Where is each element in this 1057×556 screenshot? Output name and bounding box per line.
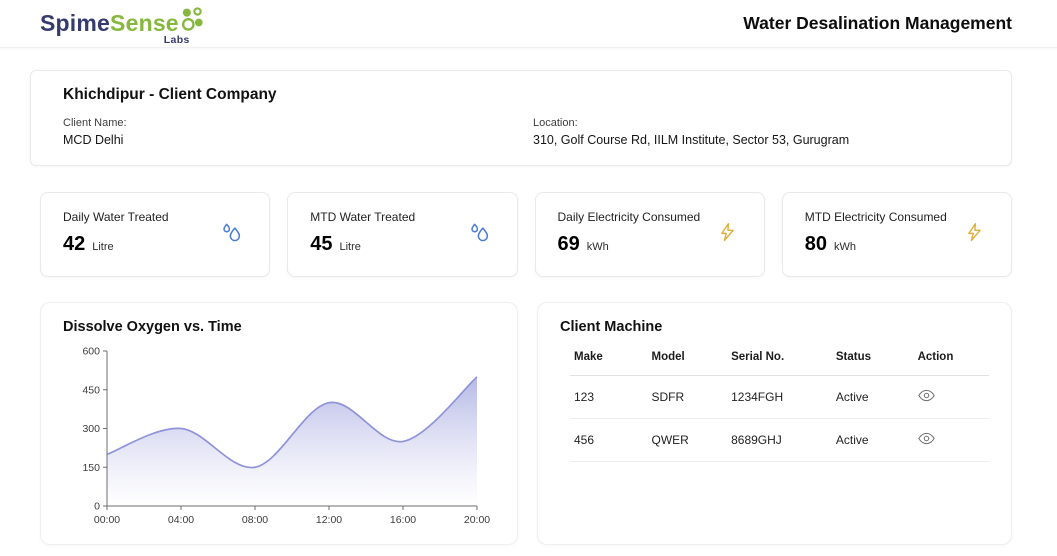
column-header-status: Status bbox=[832, 343, 914, 376]
svg-text:300: 300 bbox=[82, 423, 100, 435]
brand-sub-label: Labs bbox=[164, 34, 190, 46]
view-action-button[interactable] bbox=[918, 432, 935, 445]
stat-card-mtd-electricity: MTD Electricity Consumed 80 kWh bbox=[782, 192, 1012, 277]
stat-card-daily-water: Daily Water Treated 42 Litre bbox=[40, 192, 270, 277]
stat-label: MTD Electricity Consumed bbox=[805, 210, 989, 224]
svg-text:20:00: 20:00 bbox=[464, 514, 490, 526]
svg-text:12:00: 12:00 bbox=[316, 514, 342, 526]
lightning-bolt-icon bbox=[717, 221, 738, 249]
column-header-serial: Serial No. bbox=[727, 343, 832, 376]
table-row: 456 QWER 8689GHJ Active bbox=[570, 419, 989, 462]
client-heading: Khichdipur - Client Company bbox=[63, 86, 979, 104]
eye-icon bbox=[918, 433, 935, 448]
brand-name: SpimeSense bbox=[40, 10, 179, 36]
water-drop-icon bbox=[220, 221, 243, 249]
client-name-value: MCD Delhi bbox=[63, 133, 533, 147]
svg-text:08:00: 08:00 bbox=[242, 514, 268, 526]
client-info-card: Khichdipur - Client Company Client Name:… bbox=[30, 70, 1012, 166]
stat-card-daily-electricity: Daily Electricity Consumed 69 kWh bbox=[535, 192, 765, 277]
svg-text:450: 450 bbox=[82, 384, 100, 396]
stat-unit: Litre bbox=[340, 241, 361, 253]
stat-value: 69 bbox=[558, 233, 580, 255]
brand-name-primary: Spime bbox=[40, 10, 110, 36]
stat-unit: kWh bbox=[834, 241, 856, 253]
stat-value: 80 bbox=[805, 233, 827, 255]
model-cell: SDFR bbox=[648, 376, 728, 419]
svg-text:00:00: 00:00 bbox=[94, 514, 120, 526]
make-cell: 123 bbox=[570, 376, 648, 419]
machine-heading: Client Machine bbox=[560, 319, 989, 335]
client-name-field: Client Name: MCD Delhi bbox=[63, 117, 533, 147]
table-row: 123 SDFR 1234FGH Active bbox=[570, 376, 989, 419]
svg-text:04:00: 04:00 bbox=[168, 514, 194, 526]
svg-text:0: 0 bbox=[94, 501, 100, 513]
make-cell: 456 bbox=[570, 419, 648, 462]
svg-text:16:00: 16:00 bbox=[390, 514, 416, 526]
chart-card: Dissolve Oxygen vs. Time 0 150 300 450 600 00… bbox=[40, 302, 518, 545]
stat-unit: kWh bbox=[587, 241, 609, 253]
page-title: Water Desalination Management bbox=[743, 13, 1012, 34]
stat-value: 45 bbox=[310, 233, 332, 255]
status-cell: Active bbox=[832, 376, 914, 419]
brand-name-secondary: Sense bbox=[110, 10, 179, 36]
location-value: 310, Golf Course Rd, IILM Institute, Sec… bbox=[533, 133, 979, 147]
column-header-action: Action bbox=[914, 343, 989, 376]
client-name-label: Client Name: bbox=[63, 117, 533, 129]
column-header-make: Make bbox=[570, 343, 648, 376]
stat-cards-row: Daily Water Treated 42 Litre MTD Water T… bbox=[40, 192, 1012, 277]
chart-title: Dissolve Oxygen vs. Time bbox=[63, 319, 495, 335]
stat-label: Daily Electricity Consumed bbox=[558, 210, 742, 224]
model-cell: QWER bbox=[648, 419, 728, 462]
svg-text:150: 150 bbox=[82, 462, 100, 474]
stat-value: 42 bbox=[63, 233, 85, 255]
dissolve-oxygen-chart: 0 150 300 450 600 00:00 04:00 08:00 12:00 16:00 20… bbox=[63, 343, 495, 543]
bottom-section: Dissolve Oxygen vs. Time 0 150 300 450 600 00… bbox=[40, 302, 1012, 545]
column-header-model: Model bbox=[648, 343, 728, 376]
serial-cell: 1234FGH bbox=[727, 376, 832, 419]
serial-cell: 8689GHJ bbox=[727, 419, 832, 462]
brand-logo: SpimeSense Labs bbox=[40, 8, 206, 39]
machine-table: Make Model Serial No. Status Action 123 … bbox=[570, 343, 989, 462]
view-action-button[interactable] bbox=[918, 389, 935, 402]
stat-card-mtd-water: MTD Water Treated 45 Litre bbox=[287, 192, 517, 277]
stat-unit: Litre bbox=[92, 241, 113, 253]
machine-card: Client Machine Make Model Serial No. Sta… bbox=[537, 302, 1012, 545]
app-header: SpimeSense Labs Water Desalination Manag… bbox=[0, 0, 1057, 48]
table-header-row: Make Model Serial No. Status Action bbox=[570, 343, 989, 376]
lightning-bolt-icon bbox=[964, 221, 985, 249]
eye-icon bbox=[918, 390, 935, 405]
water-drop-icon bbox=[468, 221, 491, 249]
status-cell: Active bbox=[832, 419, 914, 462]
svg-text:600: 600 bbox=[82, 346, 100, 358]
location-label: Location: bbox=[533, 117, 979, 129]
location-field: Location: 310, Golf Course Rd, IILM Inst… bbox=[533, 117, 979, 147]
